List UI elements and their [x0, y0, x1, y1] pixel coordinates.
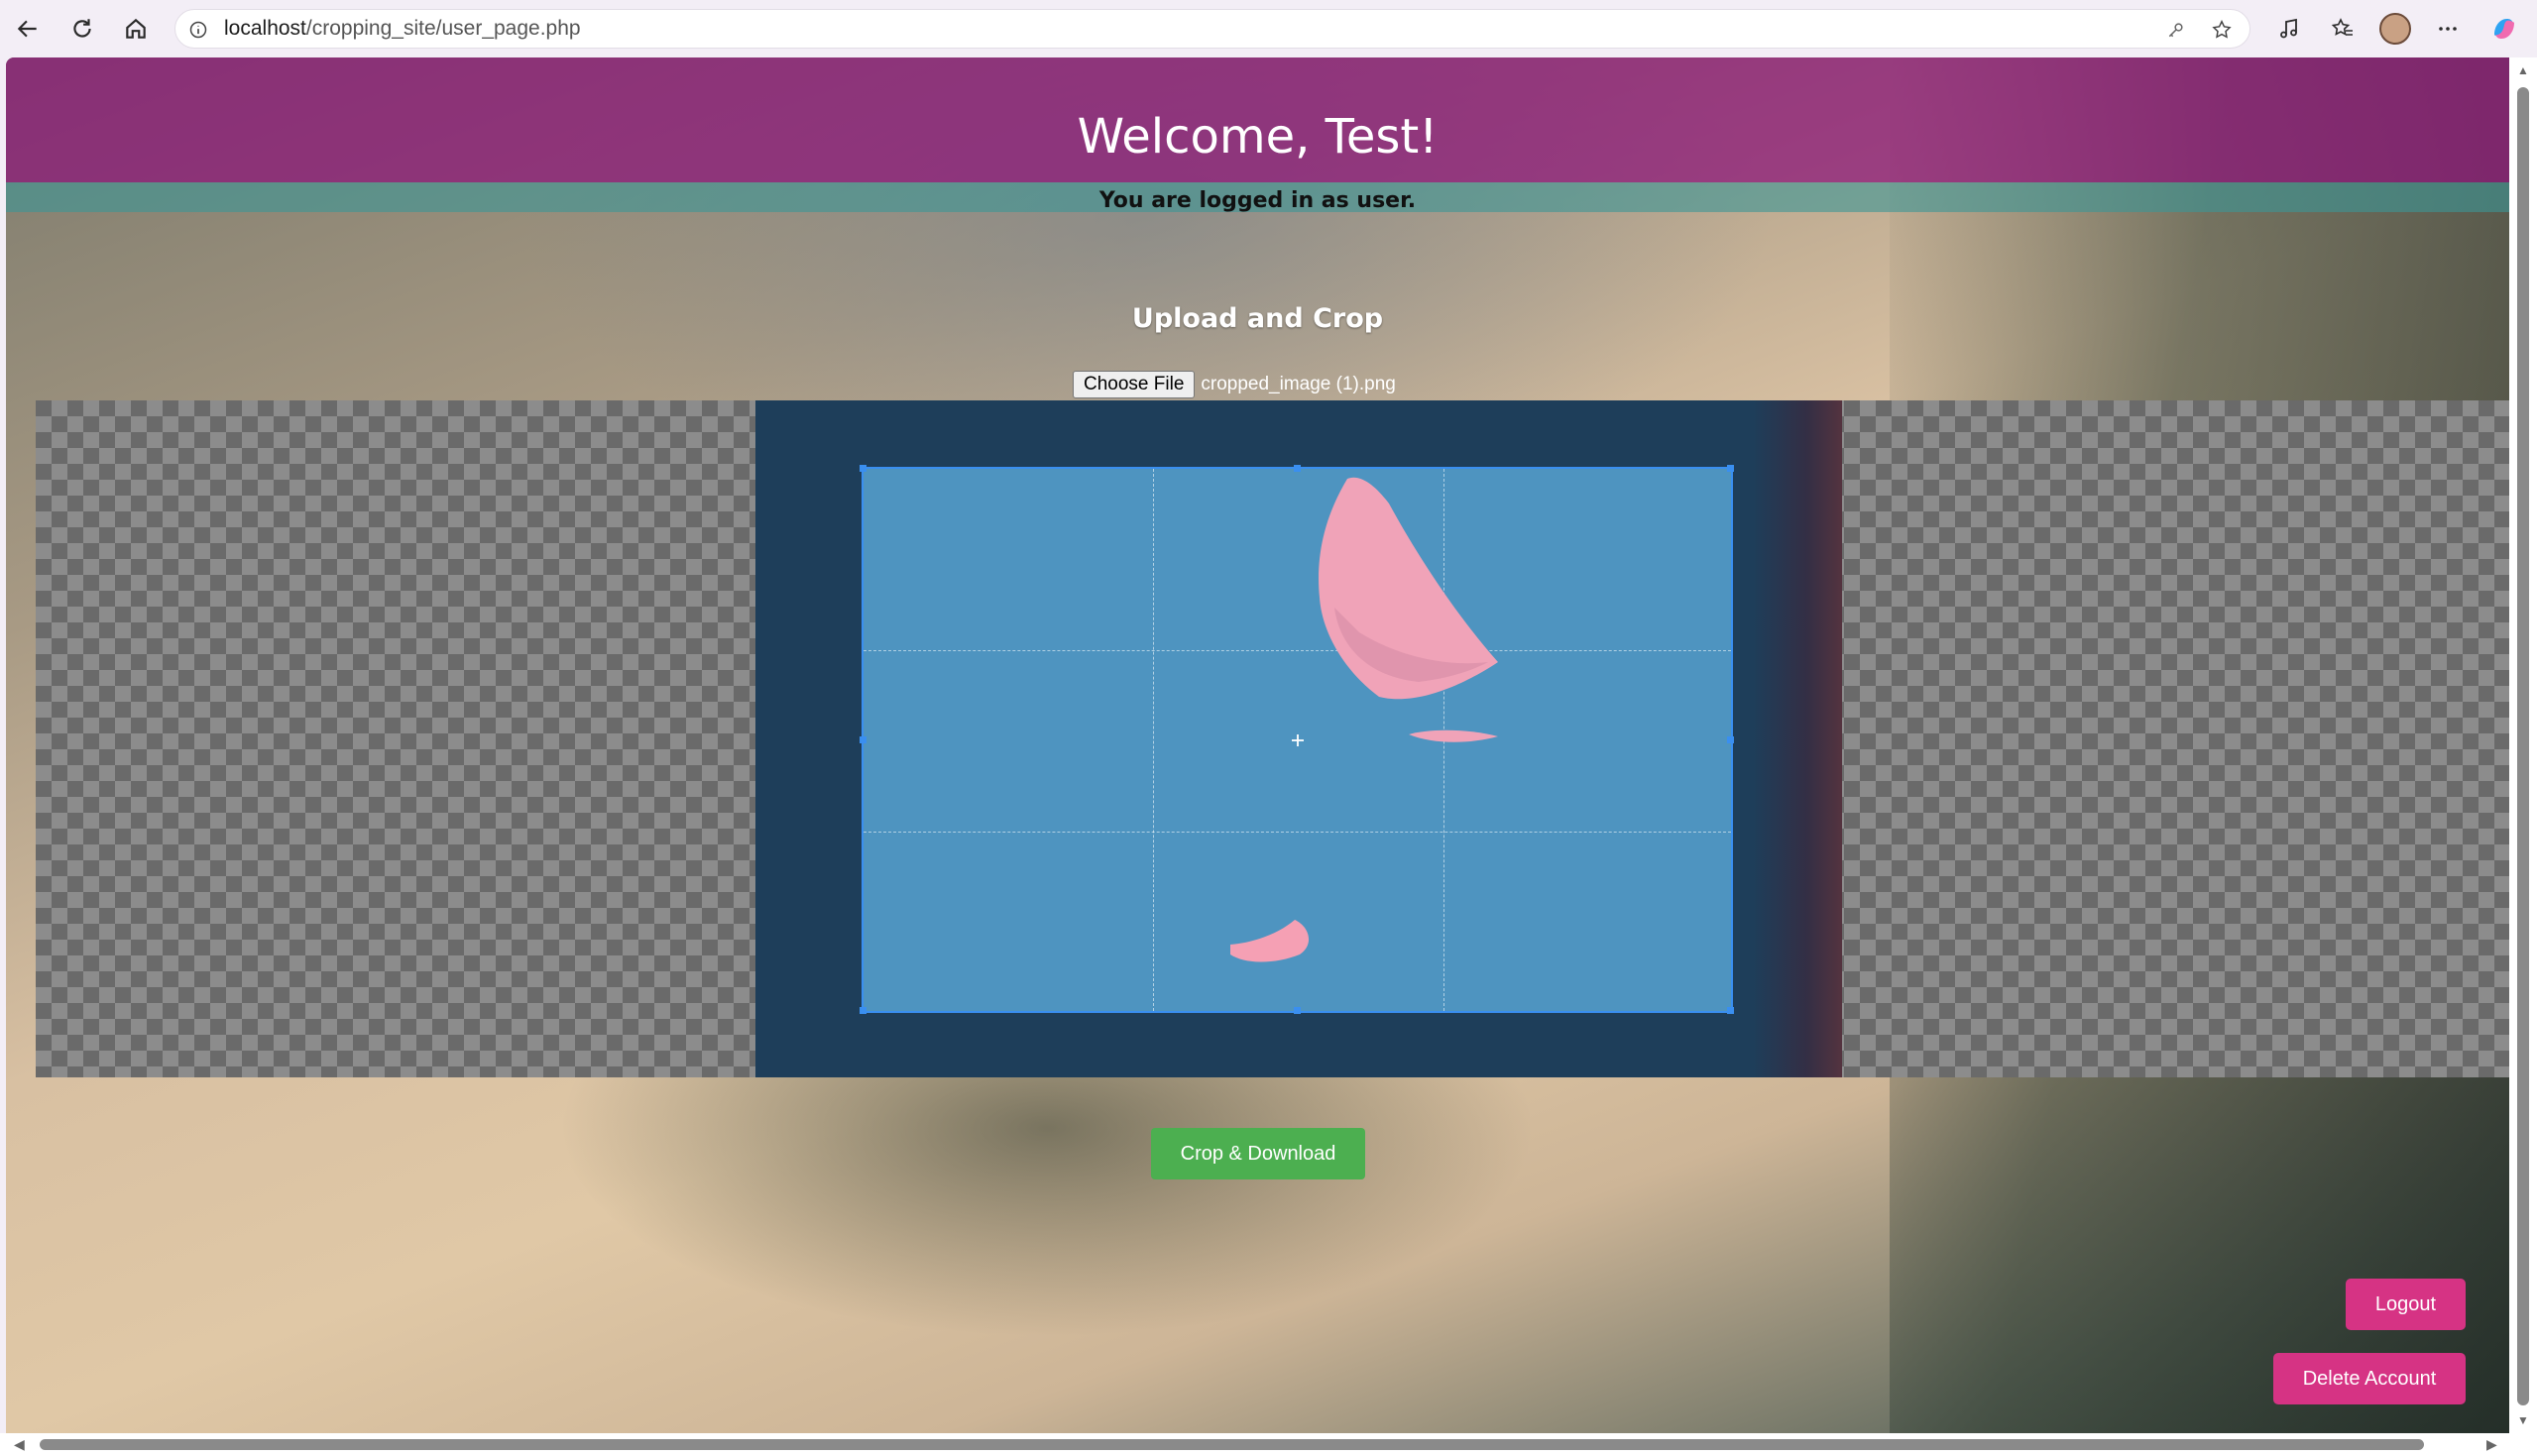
browser-toolbar: localhost/cropping_site/user_page.php — [0, 0, 2537, 57]
crop-handle-e[interactable] — [1727, 736, 1734, 743]
refresh-icon[interactable] — [64, 11, 100, 47]
crop-handle-sw[interactable] — [860, 1007, 866, 1014]
more-icon[interactable] — [2430, 11, 2466, 47]
crop-center-marker — [1292, 734, 1304, 746]
vertical-scrollbar[interactable]: ▲ ▼ — [2509, 57, 2537, 1433]
crop-handle-n[interactable] — [1294, 465, 1301, 472]
music-icon[interactable] — [2271, 11, 2307, 47]
delete-account-button[interactable]: Delete Account — [2273, 1353, 2466, 1404]
crop-box[interactable] — [860, 465, 1734, 1014]
home-icon[interactable] — [118, 11, 154, 47]
url-text[interactable]: localhost/cropping_site/user_page.php — [224, 10, 581, 48]
cropper-canvas[interactable] — [36, 400, 2509, 1077]
key-icon[interactable] — [2162, 16, 2190, 44]
section-title: Upload and Crop — [1131, 303, 1384, 334]
scroll-right-icon[interactable]: ▶ — [2486, 1436, 2497, 1453]
image-edge-art — [1753, 400, 1842, 1077]
star-icon[interactable] — [2208, 16, 2236, 44]
crop-handle-nw[interactable] — [860, 465, 866, 472]
address-bar[interactable]: localhost/cropping_site/user_page.php — [174, 9, 2250, 49]
page-viewport: Welcome, Test! You are logged in as user… — [6, 57, 2509, 1433]
crop-image — [755, 400, 1842, 1077]
login-status: You are logged in as user. — [1098, 188, 1417, 213]
vertical-scroll-thumb[interactable] — [2517, 87, 2529, 1405]
copilot-icon[interactable] — [2486, 11, 2522, 47]
scroll-left-icon[interactable]: ◀ — [14, 1436, 25, 1453]
back-icon[interactable] — [10, 11, 46, 47]
info-icon[interactable] — [185, 17, 211, 43]
horizontal-scrollbar[interactable]: ◀ ▶ — [0, 1433, 2537, 1456]
logout-button[interactable]: Logout — [2346, 1279, 2466, 1330]
file-input[interactable]: Choose File cropped_image (1).png — [1073, 370, 1396, 399]
scroll-up-icon[interactable]: ▲ — [2516, 63, 2530, 77]
crop-handle-ne[interactable] — [1727, 465, 1734, 472]
url-host: localhost — [224, 17, 306, 40]
url-path: /cropping_site/user_page.php — [305, 17, 581, 40]
crop-handle-w[interactable] — [860, 736, 866, 743]
horizontal-scroll-thumb[interactable] — [40, 1439, 2424, 1450]
crop-handle-s[interactable] — [1294, 1007, 1301, 1014]
scroll-down-icon[interactable]: ▼ — [2516, 1413, 2530, 1427]
avatar[interactable] — [2379, 13, 2411, 45]
crop-handle-se[interactable] — [1727, 1007, 1734, 1014]
choose-file-button[interactable]: Choose File — [1073, 371, 1196, 398]
favorites-icon[interactable] — [2325, 11, 2361, 47]
page-title: Welcome, Test! — [1077, 109, 1439, 165]
crop-download-button[interactable]: Crop & Download — [1151, 1128, 1365, 1179]
selected-file-name: cropped_image (1).png — [1201, 374, 1396, 394]
